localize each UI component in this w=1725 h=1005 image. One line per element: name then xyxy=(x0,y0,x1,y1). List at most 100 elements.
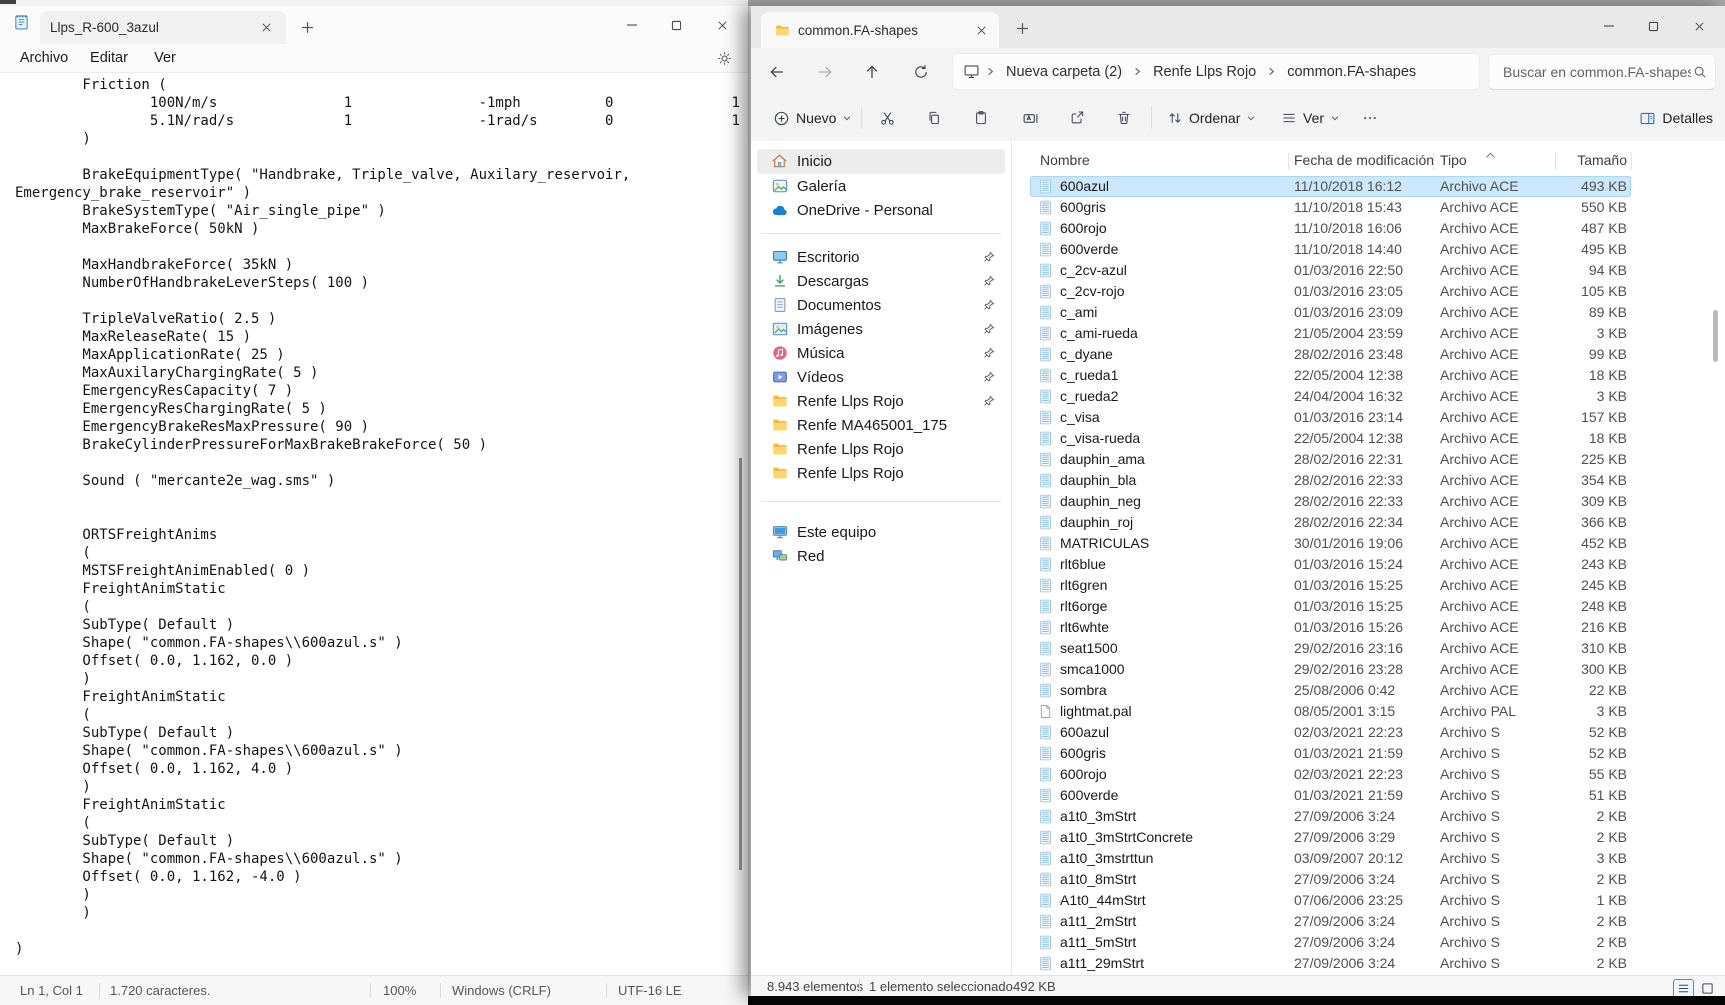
up-button[interactable] xyxy=(857,58,887,86)
file-row-matriculas[interactable]: MATRICULAS30/01/2016 19:06Archivo ACE452… xyxy=(1030,533,1631,554)
file-row-600azul[interactable]: 600azul11/10/2018 16:12Archivo ACE493 KB xyxy=(1030,176,1631,197)
file-row-dauphin-bla[interactable]: dauphin_bla28/02/2016 22:33Archivo ACE35… xyxy=(1030,470,1631,491)
explorer-tab[interactable]: common.FA-shapes xyxy=(761,12,999,48)
file-row-600verde[interactable]: 600verde11/10/2018 14:40Archivo ACE495 K… xyxy=(1030,239,1631,260)
this-pc-icon[interactable] xyxy=(959,63,984,80)
column-header-tipo[interactable]: Tipo xyxy=(1440,152,1467,168)
sidebar-item-galer-a[interactable]: Galería xyxy=(757,174,1005,198)
zoom-level[interactable]: 100% xyxy=(383,983,416,998)
notepad-new-tab-button[interactable] xyxy=(294,14,320,40)
file-row-c-dyane[interactable]: c_dyane28/02/2016 23:48Archivo ACE99 KB xyxy=(1030,344,1631,365)
search-box[interactable] xyxy=(1488,54,1716,90)
file-row-a1t0-44mstrt[interactable]: A1t0_44mStrt07/06/2006 23:25Archivo S1 K… xyxy=(1030,890,1631,911)
file-row-a1t0-8mstrt[interactable]: a1t0_8mStrt27/09/2006 3:24Archivo S2 KB xyxy=(1030,869,1631,890)
notepad-tab[interactable]: Llps_R-600_3azul xyxy=(40,11,286,44)
file-row-lightmat-pal[interactable]: lightmat.pal08/05/2001 3:15Archivo PAL3 … xyxy=(1030,701,1631,722)
line-ending[interactable]: Windows (CRLF) xyxy=(452,983,551,998)
file-row-dauphin-ama[interactable]: dauphin_ama28/02/2016 22:31Archivo ACE22… xyxy=(1030,449,1631,470)
encoding[interactable]: UTF-16 LE xyxy=(618,983,682,998)
file-row-rlt6blue[interactable]: rlt6blue01/03/2016 15:24Archivo ACE243 K… xyxy=(1030,554,1631,575)
notepad-minimize-button[interactable] xyxy=(610,6,654,44)
file-row-c-visa-rueda[interactable]: c_visa-rueda22/05/2004 12:38Archivo ACE1… xyxy=(1030,428,1631,449)
file-row-c-2cv-rojo[interactable]: c_2cv-rojo01/03/2016 23:05Archivo ACE105… xyxy=(1030,281,1631,302)
sidebar-item-inicio[interactable]: Inicio xyxy=(757,149,1005,174)
file-row-rlt6gren[interactable]: rlt6gren01/03/2016 15:25Archivo ACE245 K… xyxy=(1030,575,1631,596)
column-header-tamano[interactable]: Tamaño xyxy=(1490,152,1627,168)
file-row-rlt6whte[interactable]: rlt6whte01/03/2016 15:26Archivo ACE216 K… xyxy=(1030,617,1631,638)
notepad-scrollbar[interactable] xyxy=(739,458,742,870)
notepad-tab-close-icon[interactable] xyxy=(256,18,276,38)
file-row-sombra[interactable]: sombra25/08/2006 0:42Archivo ACE22 KB xyxy=(1030,680,1631,701)
sidebar-item-este-equipo[interactable]: Este equipo xyxy=(757,520,1005,544)
back-button[interactable] xyxy=(762,58,792,86)
file-row-dauphin-roj[interactable]: dauphin_roj28/02/2016 22:34Archivo ACE36… xyxy=(1030,512,1631,533)
sidebar-item-renfe-llps-rojo[interactable]: Renfe Llps Rojo xyxy=(757,437,1005,461)
explorer-tab-close-icon[interactable] xyxy=(971,20,991,40)
sidebar-item-red[interactable]: Red xyxy=(757,544,1005,568)
file-row-a1t0-3mstrttun[interactable]: a1t0_3mstrttun03/09/2007 20:12Archivo S3… xyxy=(1030,848,1631,869)
explorer-maximize-button[interactable] xyxy=(1631,6,1675,46)
forward-button[interactable] xyxy=(810,58,840,86)
sidebar-item-im-genes[interactable]: Imágenes xyxy=(757,317,1005,341)
details-button[interactable]: Detalles xyxy=(1631,102,1721,134)
sidebar-item-renfe-ma465001-175[interactable]: Renfe MA465001_175 xyxy=(757,413,1005,437)
more-button[interactable] xyxy=(1353,102,1387,134)
paste-button[interactable] xyxy=(962,102,1000,134)
file-row-c-rueda1[interactable]: c_rueda122/05/2004 12:38Archivo ACE18 KB xyxy=(1030,365,1631,386)
sidebar-item-v-deos[interactable]: Vídeos xyxy=(757,365,1005,389)
file-row-a1t0-3mstrtconcrete[interactable]: a1t0_3mStrtConcrete27/09/2006 3:29Archiv… xyxy=(1030,827,1631,848)
file-row-a1t0-3mstrt[interactable]: a1t0_3mStrt27/09/2006 3:24Archivo S2 KB xyxy=(1030,806,1631,827)
file-row-c-visa[interactable]: c_visa01/03/2016 23:14Archivo ACE157 KB xyxy=(1030,407,1631,428)
file-row-a1t1-29mstrt[interactable]: a1t1_29mStrt27/09/2006 3:24Archivo S2 KB xyxy=(1030,953,1631,974)
file-row-600verde[interactable]: 600verde01/03/2021 21:59Archivo S51 KB xyxy=(1030,785,1631,806)
sidebar-item-onedrive-personal[interactable]: OneDrive - Personal xyxy=(757,198,1005,222)
file-row-c-ami[interactable]: c_ami01/03/2016 23:09Archivo ACE89 KB xyxy=(1030,302,1631,323)
explorer-close-button[interactable] xyxy=(1677,6,1721,46)
rename-button[interactable] xyxy=(1011,102,1049,134)
breadcrumb[interactable]: Nueva carpeta (2) Renfe Llps Rojo common… xyxy=(952,53,1480,90)
copy-button[interactable] xyxy=(915,102,953,134)
view-button[interactable]: Ver xyxy=(1273,102,1348,134)
menu-editar[interactable]: Editar xyxy=(78,44,140,72)
file-row-c-rueda2[interactable]: c_rueda224/04/2004 16:32Archivo ACE3 KB xyxy=(1030,386,1631,407)
file-row-seat1500[interactable]: seat150029/02/2016 23:16Archivo ACE310 K… xyxy=(1030,638,1631,659)
breadcrumb-item-2[interactable]: Renfe Llps Rojo xyxy=(1144,64,1265,80)
search-input[interactable] xyxy=(1501,63,1693,81)
notepad-maximize-button[interactable] xyxy=(654,6,698,44)
notepad-editor[interactable]: Friction ( 100N/m/s 1 -1mph 0 1 5.1N/rad… xyxy=(0,72,740,975)
file-row-600gris[interactable]: 600gris01/03/2021 21:59Archivo S52 KB xyxy=(1030,743,1631,764)
share-button[interactable] xyxy=(1058,102,1096,134)
sidebar-item-documentos[interactable]: Documentos xyxy=(757,293,1005,317)
sidebar-item-m-sica[interactable]: Música xyxy=(757,341,1005,365)
file-row-600rojo[interactable]: 600rojo02/03/2021 22:23Archivo S55 KB xyxy=(1030,764,1631,785)
menu-archivo[interactable]: Archivo xyxy=(12,44,76,72)
column-header-nombre[interactable]: Nombre xyxy=(1040,152,1090,168)
sidebar-item-renfe-llps-rojo[interactable]: Renfe Llps Rojo xyxy=(757,461,1005,485)
breadcrumb-item-3[interactable]: common.FA-shapes xyxy=(1278,64,1425,80)
menu-ver[interactable]: Ver xyxy=(140,44,190,72)
file-row-smca1000[interactable]: smca100029/02/2016 23:28Archivo ACE300 K… xyxy=(1030,659,1631,680)
file-row-a1t1-2mstrt[interactable]: a1t1_2mStrt27/09/2006 3:24Archivo S2 KB xyxy=(1030,911,1631,932)
file-row-c-2cv-azul[interactable]: c_2cv-azul01/03/2016 22:50Archivo ACE94 … xyxy=(1030,260,1631,281)
settings-gear-icon[interactable] xyxy=(712,46,736,70)
column-header-fecha[interactable]: Fecha de modificación xyxy=(1294,152,1434,168)
breadcrumb-item-1[interactable]: Nueva carpeta (2) xyxy=(997,64,1131,80)
file-row-dauphin-neg[interactable]: dauphin_neg28/02/2016 22:33Archivo ACE30… xyxy=(1030,491,1631,512)
refresh-button[interactable] xyxy=(906,58,936,86)
sidebar-item-escritorio[interactable]: Escritorio xyxy=(757,245,1005,269)
cut-button[interactable] xyxy=(868,102,906,134)
file-row-600azul[interactable]: 600azul02/03/2021 22:23Archivo S52 KB xyxy=(1030,722,1631,743)
sort-button[interactable]: Ordenar xyxy=(1159,102,1264,134)
file-row-rlt6orge[interactable]: rlt6orge01/03/2016 15:25Archivo ACE248 K… xyxy=(1030,596,1631,617)
file-row-c-ami-rueda[interactable]: c_ami-rueda21/05/2004 23:59Archivo ACE3 … xyxy=(1030,323,1631,344)
sidebar-item-descargas[interactable]: Descargas xyxy=(757,269,1005,293)
file-list-scrollbar[interactable] xyxy=(1713,310,1718,362)
file-row-600rojo[interactable]: 600rojo11/10/2018 16:06Archivo ACE487 KB xyxy=(1030,218,1631,239)
notepad-close-button[interactable] xyxy=(700,6,744,44)
file-row-a1t1-5mstrt[interactable]: a1t1_5mStrt27/09/2006 3:24Archivo S2 KB xyxy=(1030,932,1631,953)
explorer-minimize-button[interactable] xyxy=(1587,6,1631,46)
sidebar-item-renfe-llps-rojo[interactable]: Renfe Llps Rojo xyxy=(757,389,1005,413)
explorer-new-tab-button[interactable] xyxy=(1009,15,1035,41)
file-row-600gris[interactable]: 600gris11/10/2018 15:43Archivo ACE550 KB xyxy=(1030,197,1631,218)
new-button[interactable]: Nuevo xyxy=(763,102,862,134)
